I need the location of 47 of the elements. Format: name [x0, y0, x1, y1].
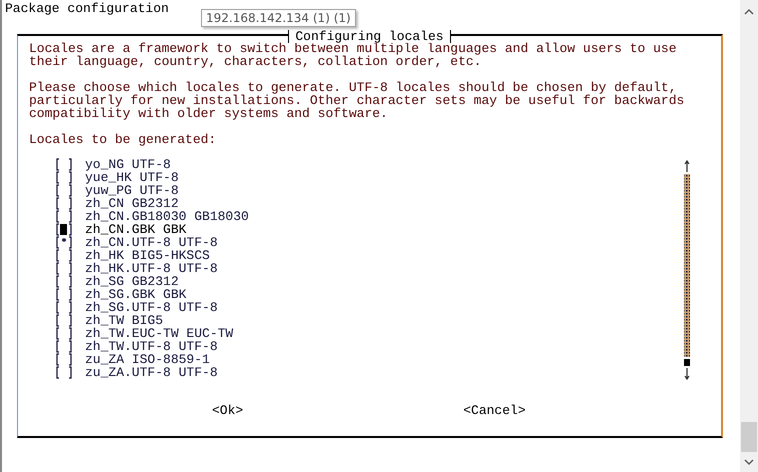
- ok-button[interactable]: <Ok>: [212, 404, 244, 417]
- locale-option[interactable]: zh_HK BIG5-HKSCS: [85, 249, 210, 262]
- cancel-button[interactable]: <Cancel>: [463, 404, 526, 417]
- checkbox[interactable]: [55, 353, 73, 366]
- scrollbar-thumb[interactable]: [741, 422, 757, 452]
- scroll-up-icon[interactable]: [744, 8, 754, 16]
- window-title: Package configuration: [5, 1, 169, 16]
- locale-option[interactable]: zh_SG GB2312: [85, 275, 179, 288]
- checkbox[interactable]: [55, 314, 73, 327]
- checkbox[interactable]: [55, 301, 73, 314]
- dialog-title: Configuring locales: [288, 30, 451, 43]
- locale-option[interactable]: yuw_PG UTF-8: [85, 184, 179, 197]
- locale-option[interactable]: zh_CN.GBK GBK: [85, 223, 186, 236]
- locale-option[interactable]: zh_TW.UTF-8 UTF-8: [85, 340, 218, 353]
- locale-option[interactable]: zu_ZA.UTF-8 UTF-8: [85, 366, 218, 379]
- locale-option[interactable]: yue_HK UTF-8: [85, 171, 179, 184]
- locale-option[interactable]: zh_SG.UTF-8 UTF-8: [85, 301, 218, 314]
- checkbox[interactable]: [55, 210, 73, 223]
- locale-option[interactable]: zh_CN GB2312: [85, 197, 179, 210]
- checkbox[interactable]: [55, 288, 73, 301]
- checkbox[interactable]: [55, 171, 73, 184]
- locale-option[interactable]: zh_TW BIG5: [85, 314, 164, 327]
- locale-option[interactable]: zh_CN.GB18030 GB18030: [85, 210, 249, 223]
- description-paragraph: Locales are a framework to switch between multiple languages and allow users to use their language, country, characters, collation order, etc.: [29, 42, 678, 68]
- checkbox[interactable]: [55, 236, 73, 249]
- checkbox[interactable]: [55, 249, 73, 262]
- checkbox[interactable]: [55, 340, 73, 353]
- locale-option[interactable]: zu_ZA ISO-8859-1: [85, 353, 210, 366]
- checkbox[interactable]: [55, 275, 73, 288]
- locale-option[interactable]: zh_TW.EUC-TW EUC-TW: [85, 327, 234, 340]
- window-scrollbar[interactable]: [740, 0, 758, 472]
- locale-option[interactable]: zh_CN.UTF-8 UTF-8: [85, 236, 218, 249]
- locale-option[interactable]: yo_NG UTF-8: [85, 158, 171, 171]
- checkbox[interactable]: [55, 184, 73, 197]
- checkbox[interactable]: [55, 158, 73, 171]
- checkbox[interactable]: [55, 223, 73, 236]
- checkbox[interactable]: [55, 262, 73, 275]
- list-scrollbar[interactable]: [683, 160, 691, 381]
- checkbox[interactable]: [55, 197, 73, 210]
- checkbox[interactable]: [55, 366, 73, 379]
- list-label: Locales to be generated:: [29, 133, 216, 146]
- checkbox[interactable]: [55, 327, 73, 340]
- tooltip: 192.168.142.134 (1) (1): [201, 9, 356, 27]
- scroll-down-icon[interactable]: [744, 458, 754, 466]
- description-paragraph: Please choose which locales to generate. UTF-8 locales should be chosen by default, particularly for new installations. Other character sets may be useful for backwards compatibility with older systems and software.: [29, 81, 684, 120]
- locale-option[interactable]: zh_HK.UTF-8 UTF-8: [85, 262, 218, 275]
- locale-option[interactable]: zh_SG.GBK GBK: [85, 288, 186, 301]
